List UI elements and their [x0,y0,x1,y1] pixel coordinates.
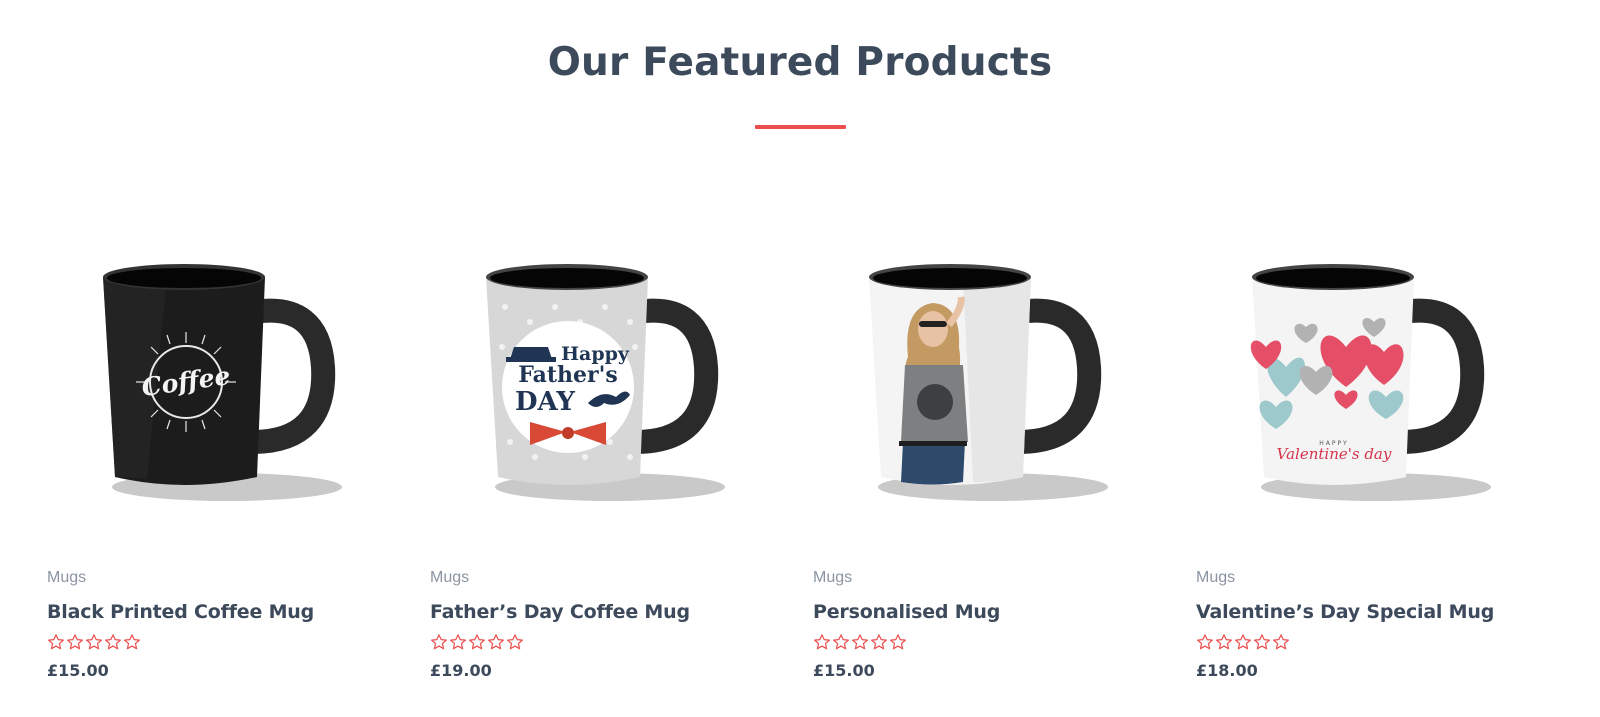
product-category: Mugs [430,569,470,586]
product-category: Mugs [813,569,853,586]
product-price: £18.00 [1196,661,1258,680]
star-rating [430,633,524,653]
product-card: Coffee Mugs Black Printed Coffee Mug £15… [47,197,405,697]
product-title-link[interactable]: Father’s Day Coffee Mug [430,601,690,623]
product-card: Mugs Personalised Mug £15.00 [813,197,1171,697]
star-outline-icon [814,634,830,650]
star-outline-icon [124,634,140,650]
product-category: Mugs [1196,569,1236,586]
title-underline [755,125,846,129]
product-price: £15.00 [813,661,875,680]
star-outline-icon [469,634,485,650]
star-outline-icon [105,634,121,650]
star-outline-icon [852,634,868,650]
star-outline-icon [48,634,64,650]
featured-products-section: Our Featured Products Coffee Mugs Black … [0,0,1600,717]
star-outline-icon [431,634,447,650]
star-outline-icon [1235,634,1251,650]
star-rating [1196,633,1290,653]
star-outline-icon [1197,634,1213,650]
star-outline-icon [1273,634,1289,650]
product-price: £15.00 [47,661,109,680]
star-rating [813,633,907,653]
product-card: Happy Father's DAY Mugs Father’s Day Cof… [430,197,788,697]
product-grid: Coffee Mugs Black Printed Coffee Mug £15… [47,197,1555,697]
star-outline-icon [67,634,83,650]
section-title: Our Featured Products [547,40,1053,85]
product-category: Mugs [47,569,87,586]
product-price: £19.00 [430,661,492,680]
star-rating [47,633,141,653]
star-outline-icon [1216,634,1232,650]
product-title-link[interactable]: Personalised Mug [813,601,1000,623]
star-outline-icon [833,634,849,650]
star-outline-icon [890,634,906,650]
star-outline-icon [1254,634,1270,650]
product-title-link[interactable]: Valentine’s Day Special Mug [1196,601,1494,623]
star-outline-icon [507,634,523,650]
product-card: HAPPY Valentine's day Mugs Valentine’s D… [1196,197,1554,697]
star-outline-icon [871,634,887,650]
star-outline-icon [450,634,466,650]
star-outline-icon [488,634,504,650]
star-outline-icon [86,634,102,650]
product-title-link[interactable]: Black Printed Coffee Mug [47,601,314,623]
